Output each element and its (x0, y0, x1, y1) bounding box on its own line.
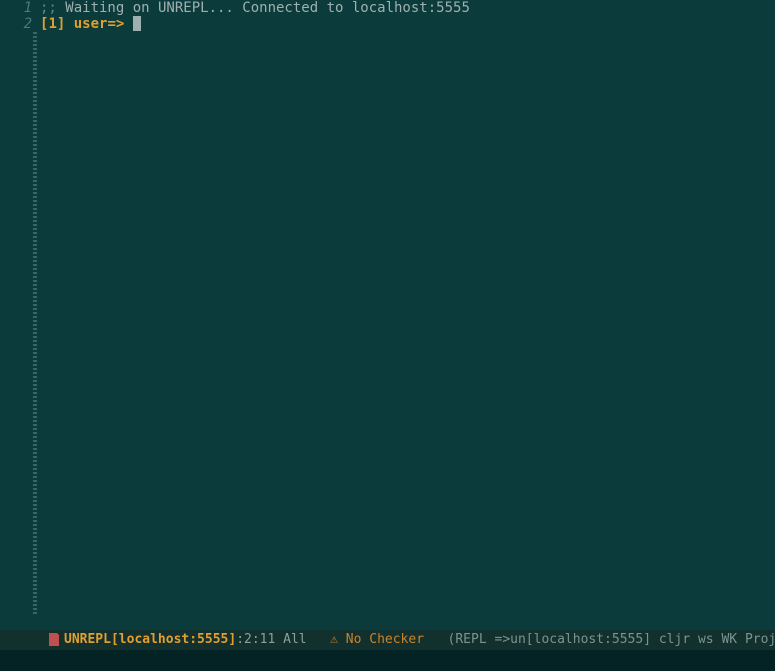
repl-prompt-line[interactable]: [1] user=> (40, 16, 775, 32)
cursor-position: :2:11 All (236, 632, 330, 648)
text-cursor (133, 16, 141, 31)
code-line: ;; Waiting on UNREPL... Connected to loc… (40, 0, 775, 16)
prompt-index: 1 (48, 16, 56, 32)
warning-icon: ⚠ (330, 632, 338, 648)
buffer-content[interactable]: ;; Waiting on UNREPL... Connected to loc… (40, 0, 775, 32)
minibuffer[interactable] (0, 650, 775, 671)
modeline: UNREPL[localhost:5555]:2:11 All ⚠ No Che… (0, 630, 775, 650)
save-icon (48, 633, 60, 647)
checker-status: No Checker (346, 632, 424, 648)
buffer-name: UNREPL[localhost:5555] (64, 632, 236, 648)
line-number: 1 (0, 0, 32, 16)
gutter-continuation-marker (33, 32, 37, 616)
line-number-gutter: 1 2 (0, 0, 36, 630)
repl-prompt: user=> (65, 16, 132, 32)
mode-indicators: (REPL =>un[localhost:5555] cljr ws WK Pr… (424, 632, 775, 648)
line-number: 2 (0, 16, 32, 32)
editor-pane[interactable]: 1 2 ;; Waiting on UNREPL... Connected to… (0, 0, 775, 630)
comment-marker: ;; (40, 0, 57, 16)
comment-text: Waiting on UNREPL... Connected to localh… (57, 0, 470, 16)
